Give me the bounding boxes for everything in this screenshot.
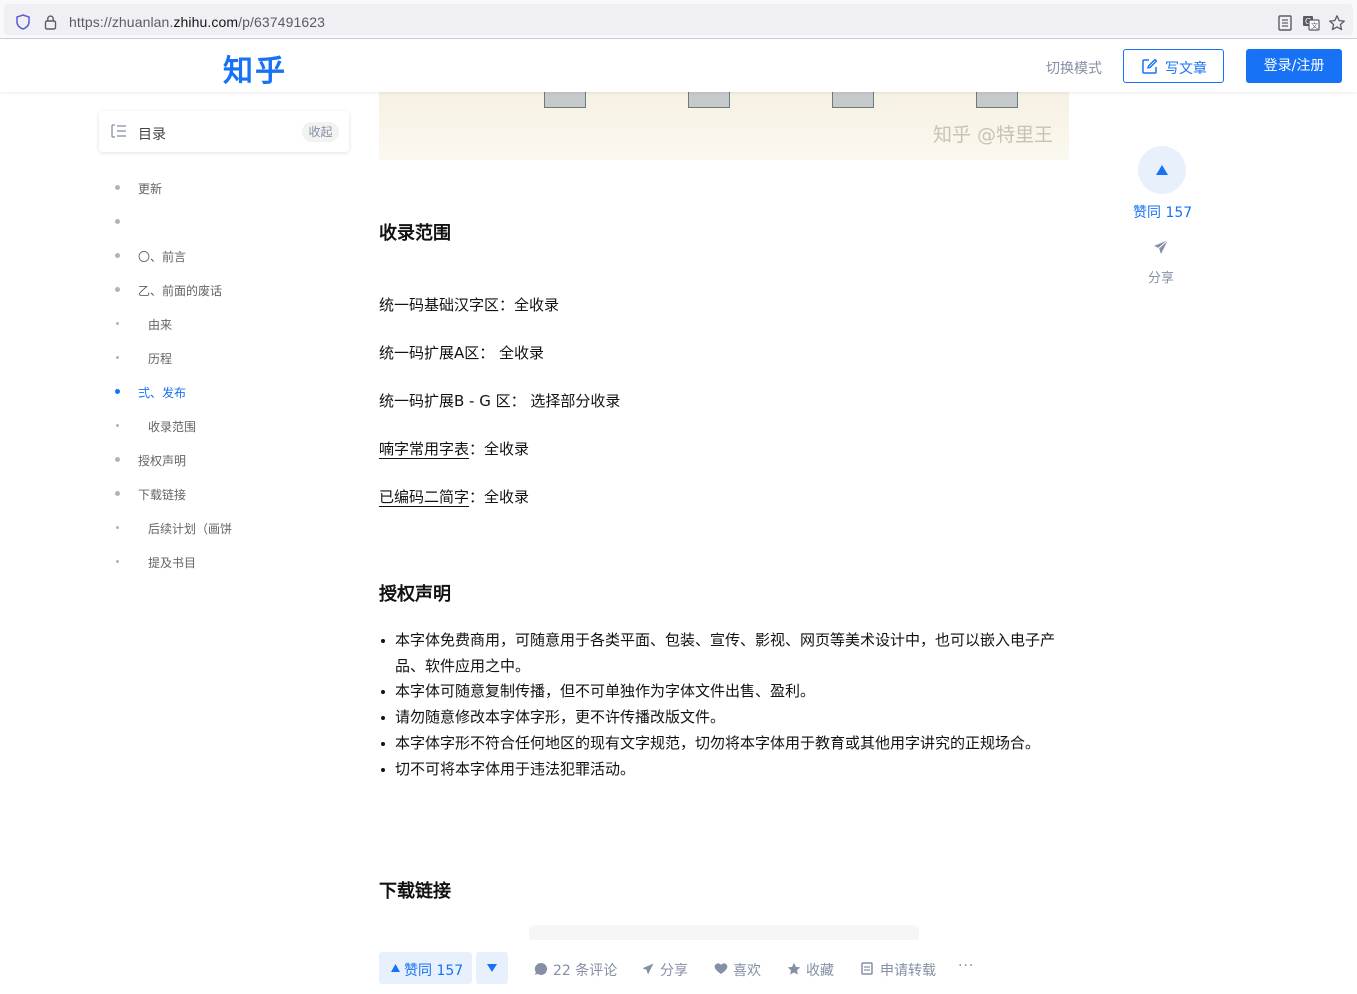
toc-header: 目录 收起 bbox=[99, 111, 349, 152]
svg-text:文: 文 bbox=[1311, 21, 1318, 30]
bookmark-star-icon[interactable] bbox=[1328, 14, 1346, 32]
list-item: 本字体可随意复制传播，但不可单独作为字体文件出售、盈利。 bbox=[379, 679, 1069, 705]
comments-label: 22 条评论 bbox=[553, 963, 618, 979]
url-text[interactable]: https://zhuanlan.zhihu.com/p/637491623 bbox=[69, 14, 325, 30]
glyph-sample bbox=[688, 92, 730, 108]
heart-icon bbox=[714, 963, 728, 974]
toc-item-label: 提及书目 bbox=[148, 556, 197, 570]
list-item: 请勿随意修改本字体字形，更不许传播改版文件。 bbox=[379, 705, 1069, 731]
share-label: 分享 bbox=[660, 963, 688, 979]
scope-line: 统一码基础汉字区：全收录 bbox=[379, 296, 560, 314]
zhihu-logo[interactable]: 知乎 bbox=[223, 46, 287, 90]
heading-scope: 收录范围 bbox=[379, 223, 451, 244]
write-article-label: 写文章 bbox=[1165, 61, 1207, 77]
scope-line: 统一码扩展A区： 全收录 bbox=[379, 344, 545, 362]
heading-license: 授权声明 bbox=[379, 584, 451, 605]
vote-up-label: 赞同 157 bbox=[404, 963, 464, 979]
heading-download: 下载链接 bbox=[379, 881, 451, 902]
side-vote-count[interactable]: 赞同 157 bbox=[1133, 202, 1192, 222]
list-item: 切不可将本字体用于违法犯罪活动。 bbox=[379, 757, 1069, 783]
scope-line: 喃字常用字表：全收录 bbox=[379, 440, 530, 459]
vote-down-button[interactable] bbox=[476, 952, 508, 984]
toc-bullet bbox=[116, 322, 119, 325]
toc-collapse-button[interactable]: 收起 bbox=[302, 122, 339, 142]
toc-bullet bbox=[116, 526, 119, 529]
toc-item-label: 后续计划（画饼 bbox=[148, 522, 233, 536]
license-list: 本字体免费商用，可随意用于各类平面、包装、宣传、影视、网页等美术设计中，也可以嵌… bbox=[379, 628, 1069, 782]
site-header: 知乎 切换模式 写文章 登录/注册 bbox=[0, 40, 1357, 92]
edit-icon bbox=[1142, 58, 1158, 74]
translate-icon[interactable]: G 文 bbox=[1302, 14, 1320, 32]
vote-up-button[interactable]: 赞同 157 bbox=[379, 952, 472, 984]
document-icon bbox=[861, 962, 873, 975]
reader-view-icon[interactable] bbox=[1276, 14, 1294, 32]
nom-chars-link[interactable]: 喃字常用字表 bbox=[379, 440, 470, 459]
toc-bullet bbox=[116, 356, 119, 359]
list-item: 本字体免费商用，可随意用于各类平面、包装、宣传、影视、网页等美术设计中，也可以嵌… bbox=[379, 628, 1069, 679]
toc-title: 目录 bbox=[138, 127, 166, 143]
toc-bullet bbox=[115, 185, 120, 190]
triangle-up-icon bbox=[1156, 165, 1168, 175]
comment-icon bbox=[534, 962, 548, 975]
toc-bullet bbox=[115, 389, 120, 394]
toc-bullet bbox=[115, 253, 120, 258]
lock-icon[interactable] bbox=[44, 14, 57, 30]
toc-item-label: 乙、前面的废话 bbox=[138, 284, 223, 298]
toc-item-label: 历程 bbox=[148, 352, 173, 366]
toc-bullet bbox=[115, 491, 120, 496]
toc-item-label: 弍、发布 bbox=[138, 386, 187, 400]
write-article-button[interactable]: 写文章 bbox=[1123, 49, 1224, 83]
side-vote-button[interactable] bbox=[1138, 146, 1186, 194]
triangle-up-icon bbox=[391, 964, 400, 972]
image-watermark: 知乎 @特里王 bbox=[932, 124, 1053, 146]
address-bar[interactable]: https://zhuanlan.zhihu.com/p/637491623 G… bbox=[4, 4, 1353, 35]
toc-bullet bbox=[116, 424, 119, 427]
toc-item-label: 〇、前言 bbox=[138, 250, 187, 264]
article-image: 知乎 @特里王 bbox=[379, 92, 1069, 160]
toc-bullet bbox=[115, 219, 120, 224]
scope-line: 统一码扩展B - G 区： 选择部分收录 bbox=[379, 392, 621, 410]
toc-icon bbox=[111, 124, 126, 138]
toc-item-label: 授权声明 bbox=[138, 454, 187, 468]
repost-request-label: 申请转载 bbox=[880, 963, 936, 979]
favorite-label: 收藏 bbox=[806, 963, 834, 979]
bottom-action-bar: 赞同 157 22 条评论 分享 喜欢 收藏 申请转载 ··· bbox=[0, 940, 1357, 994]
paper-plane-icon bbox=[642, 963, 654, 975]
toc-bullet bbox=[115, 457, 120, 462]
toc-item-label: 由来 bbox=[148, 318, 173, 332]
glyph-sample bbox=[544, 92, 586, 108]
scope-line: 已编码二简字：全收录 bbox=[379, 488, 530, 507]
toc-item-label: 下载链接 bbox=[138, 488, 187, 502]
browser-toolbar: https://zhuanlan.zhihu.com/p/637491623 G… bbox=[0, 0, 1357, 39]
shield-icon[interactable] bbox=[16, 14, 30, 30]
like-label: 喜欢 bbox=[733, 963, 761, 979]
more-options-button[interactable]: ··· bbox=[958, 958, 974, 974]
side-share-label[interactable]: 分享 bbox=[1148, 267, 1174, 286]
glyph-sample bbox=[832, 92, 874, 108]
toc-item-label: 更新 bbox=[138, 182, 163, 196]
paper-plane-icon[interactable] bbox=[1152, 238, 1170, 256]
star-icon bbox=[787, 962, 801, 975]
glyph-sample bbox=[976, 92, 1018, 108]
toc-item-label: 收录范围 bbox=[148, 420, 197, 434]
switch-mode-link[interactable]: 切换模式 bbox=[1046, 58, 1102, 78]
toc-bullet bbox=[115, 287, 120, 292]
list-item: 本字体字形不符合任何地区的现有文字规范，切勿将本字体用于教育或其他用字讲究的正规… bbox=[379, 731, 1069, 757]
triangle-down-icon bbox=[487, 964, 497, 972]
login-register-button[interactable]: 登录/注册 bbox=[1246, 49, 1342, 83]
second-simplified-link[interactable]: 已编码二简字 bbox=[379, 488, 470, 507]
toc-bullet bbox=[116, 560, 119, 563]
